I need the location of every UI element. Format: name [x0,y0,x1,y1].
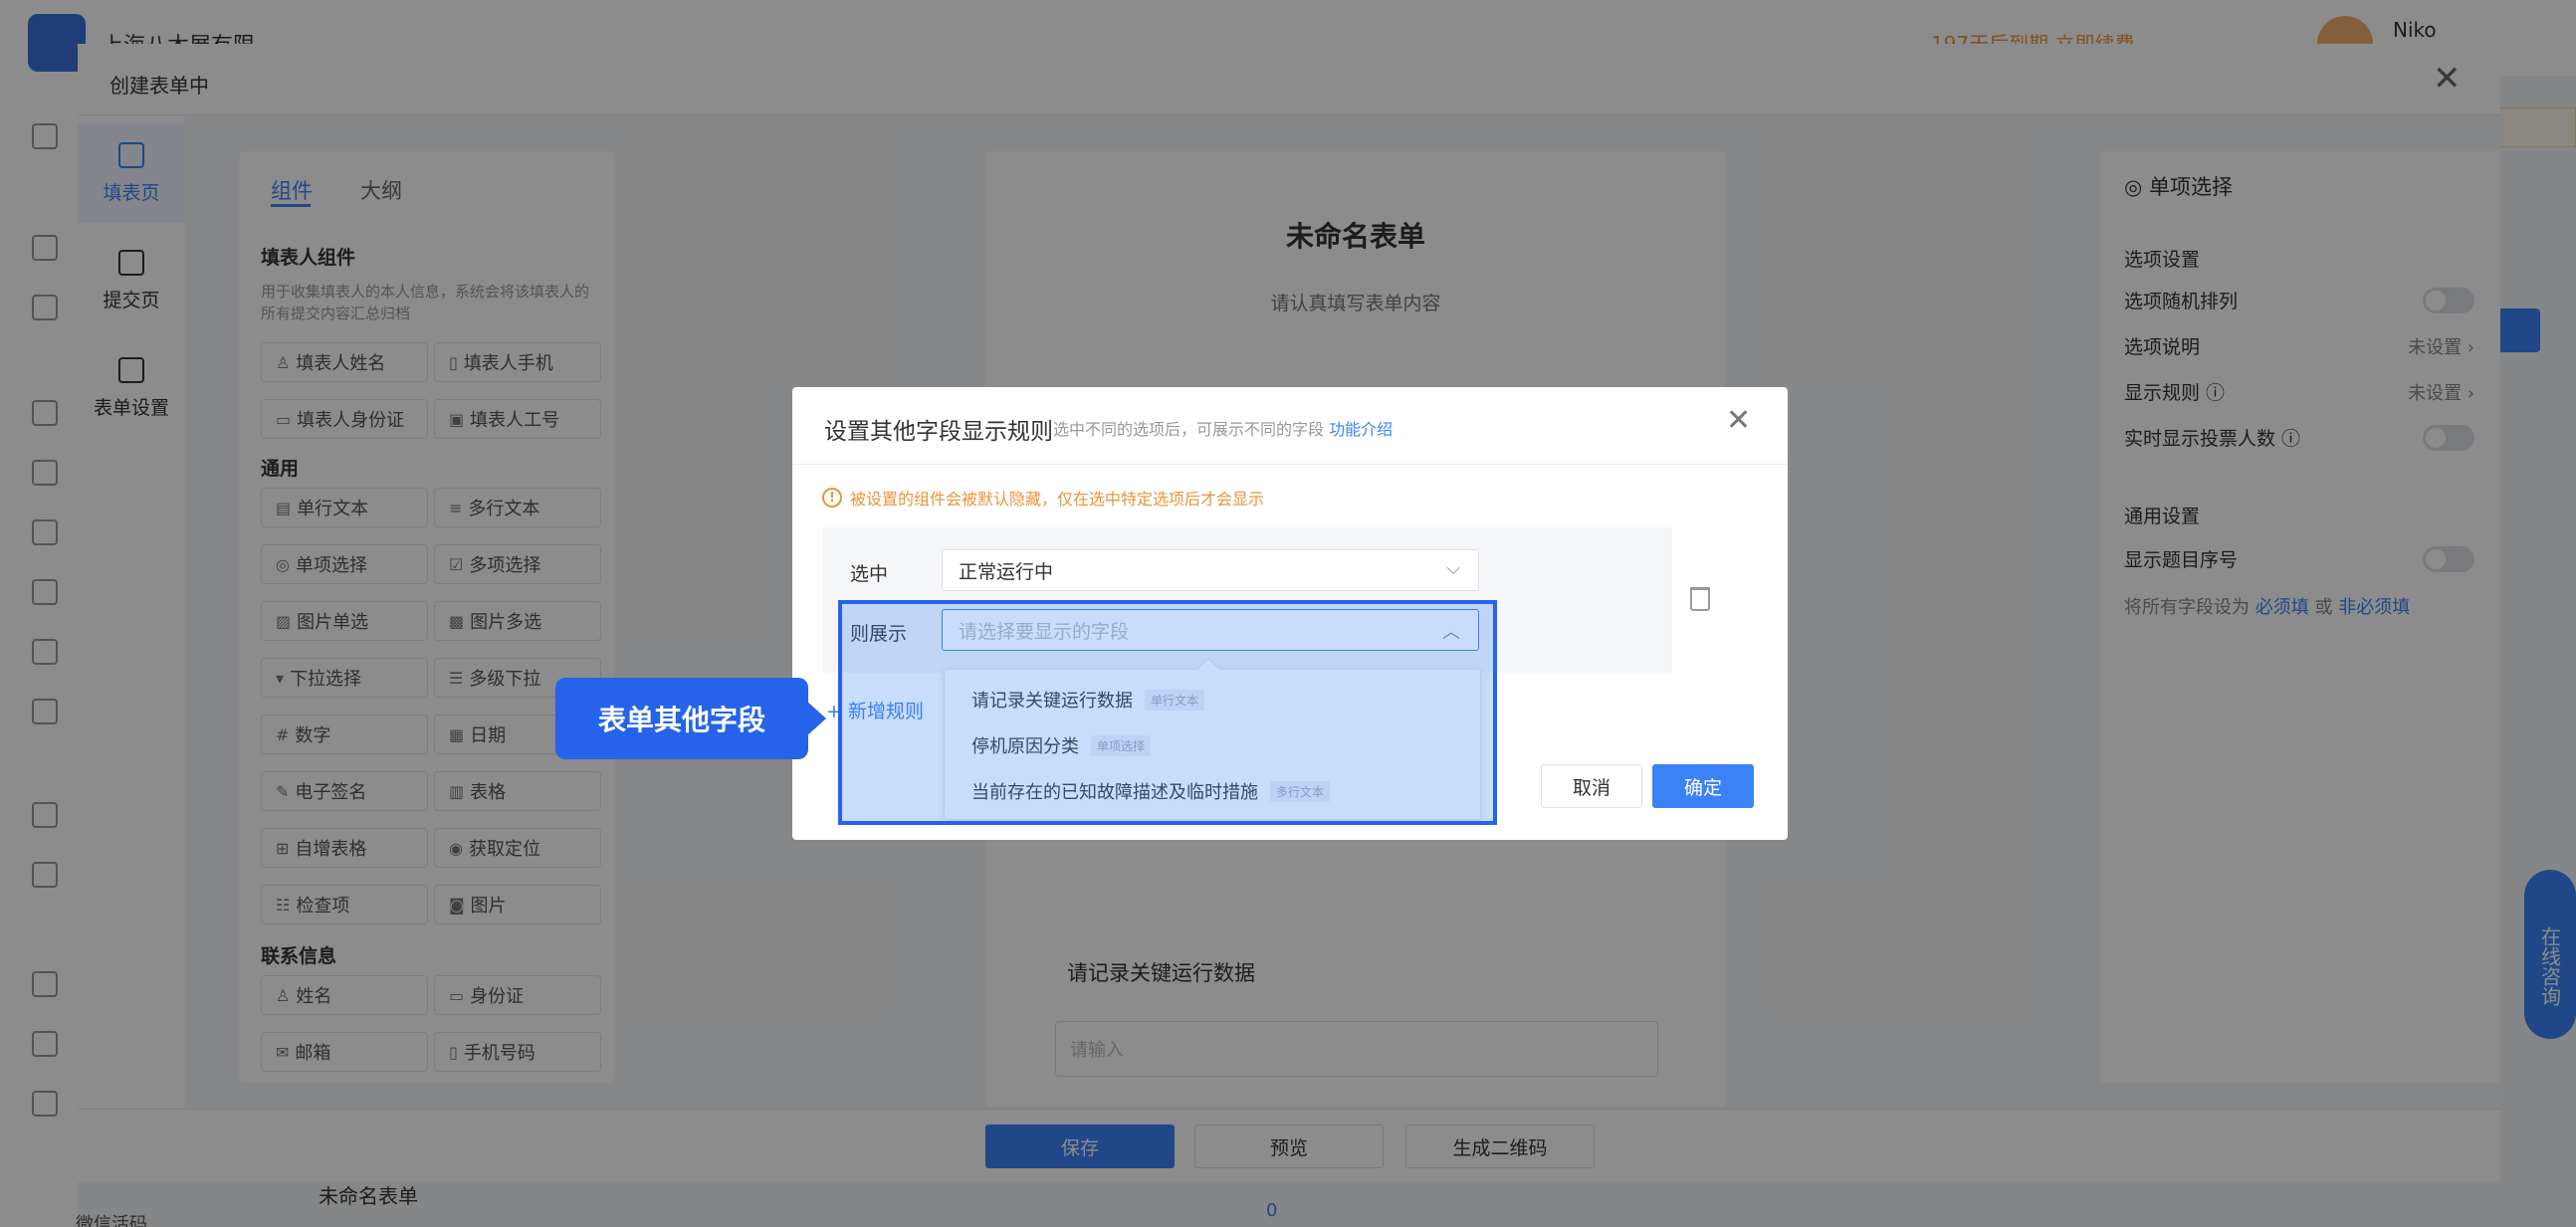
chevron-down-icon: ⌵ [1446,558,1460,579]
dialog-subtitle: 选中不同的选项后，可展示不同的字段 功能介绍 [1053,420,1394,439]
callout-arrow [806,701,826,736]
option-select[interactable]: 正常运行中 ⌵ [942,549,1479,591]
dialog-warning: ! 被设置的组件会被默认隐藏，仅在选中特定选项后才会显示 [822,486,1264,510]
close-icon[interactable]: ✕ [1726,406,1751,436]
cancel-button[interactable]: 取消 [1541,764,1642,808]
select-label: 选中 [850,563,889,585]
trash-icon[interactable] [1690,587,1710,611]
warning-icon: ! [822,488,842,508]
confirm-button[interactable]: 确定 [1652,764,1754,808]
help-link[interactable]: 功能介绍 [1329,420,1393,439]
highlight-box [838,600,1497,825]
dialog-title: 设置其他字段显示规则 [824,419,1053,445]
annotation-callout: 表单其他字段 [555,678,808,759]
